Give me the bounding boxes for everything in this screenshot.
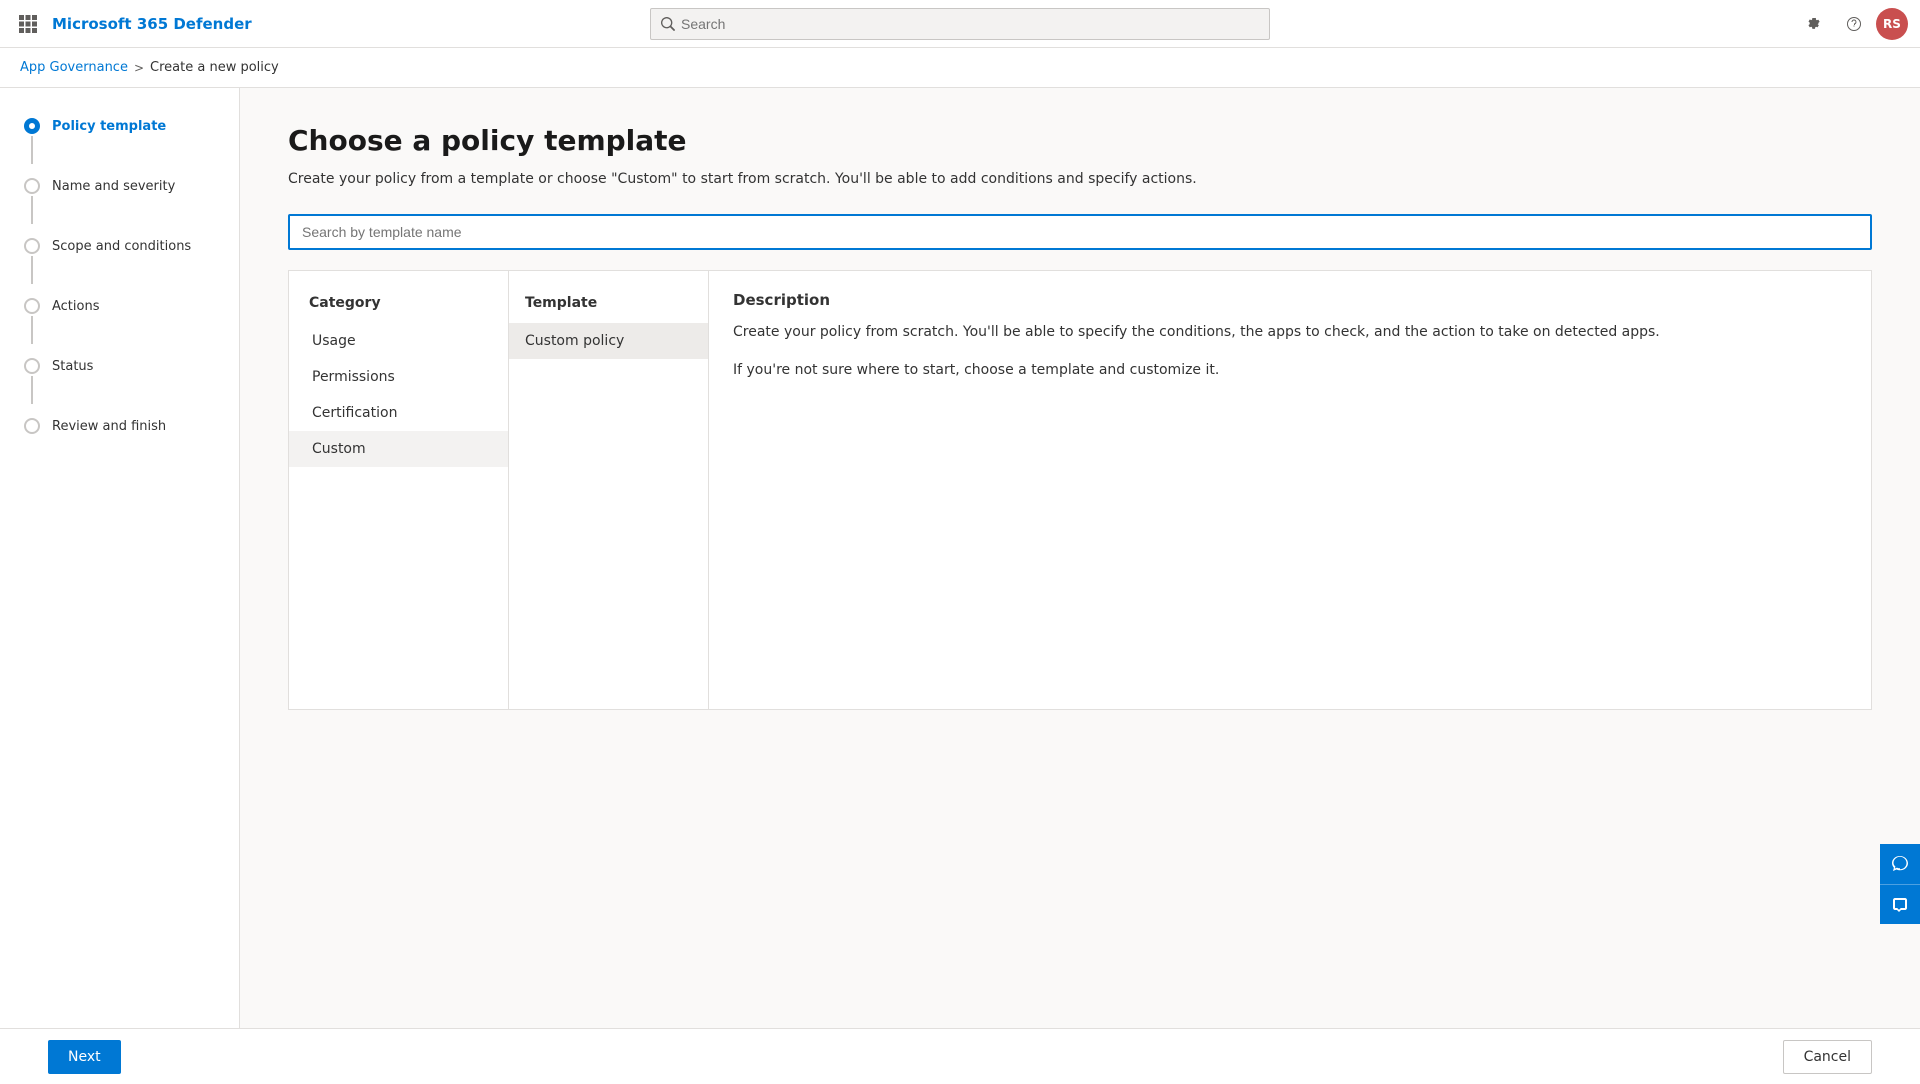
category-usage[interactable]: Usage (289, 323, 508, 359)
breadcrumb: App Governance > Create a new policy (0, 48, 1920, 88)
step1-line (31, 136, 33, 164)
top-navigation: Microsoft 365 Defender RS (0, 0, 1920, 48)
step1-connector (24, 118, 40, 166)
action-bar: Next Cancel (0, 1028, 1920, 1084)
step-scope-conditions[interactable]: Scope and conditions (0, 232, 239, 292)
grid-menu-icon[interactable] (12, 8, 44, 40)
step3-line (31, 256, 33, 284)
cancel-button[interactable]: Cancel (1783, 1040, 1872, 1074)
step-status[interactable]: Status (0, 352, 239, 412)
breadcrumb-parent-link[interactable]: App Governance (20, 60, 128, 75)
description-heading: Description (733, 291, 1847, 309)
wizard-sidebar: Policy template Name and severity Scope … (0, 88, 240, 1083)
step4-line (31, 316, 33, 344)
settings-button[interactable] (1796, 6, 1832, 42)
template-custom-policy[interactable]: Custom policy (509, 323, 708, 359)
main-content: Choose a policy template Create your pol… (240, 88, 1920, 1083)
chat-button[interactable] (1880, 884, 1920, 924)
page-title: Choose a policy template (288, 124, 1872, 157)
step3-label: Scope and conditions (52, 238, 191, 256)
avatar[interactable]: RS (1876, 8, 1908, 40)
nav-right-actions: RS (1796, 6, 1908, 42)
step4-connector (24, 298, 40, 346)
step4-circle (24, 298, 40, 314)
step6-circle (24, 418, 40, 434)
side-actions (1880, 844, 1920, 924)
category-column: Category Usage Permissions Certification… (289, 271, 509, 709)
page-description: Create your policy from a template or ch… (288, 169, 1872, 190)
main-layout: Policy template Name and severity Scope … (0, 88, 1920, 1083)
global-search-input[interactable] (681, 16, 1259, 32)
step-policy-template[interactable]: Policy template (0, 112, 239, 172)
description-text-1: Create your policy from scratch. You'll … (733, 321, 1847, 343)
category-permissions[interactable]: Permissions (289, 359, 508, 395)
help-button[interactable] (1836, 6, 1872, 42)
category-custom[interactable]: Custom (289, 431, 508, 467)
category-certification[interactable]: Certification (289, 395, 508, 431)
step6-label: Review and finish (52, 418, 166, 436)
step2-circle (24, 178, 40, 194)
description-column: Description Create your policy from scra… (709, 271, 1871, 709)
category-column-header: Category (289, 287, 508, 323)
template-column-header: Template (509, 287, 708, 323)
next-button[interactable]: Next (48, 1040, 121, 1074)
step2-label: Name and severity (52, 178, 175, 196)
app-title: Microsoft 365 Defender (52, 15, 252, 33)
step5-circle (24, 358, 40, 374)
breadcrumb-separator: > (134, 61, 144, 75)
search-icon (661, 17, 675, 31)
feedback-button[interactable] (1880, 844, 1920, 884)
step5-connector (24, 358, 40, 406)
step5-label: Status (52, 358, 93, 376)
description-text-2: If you're not sure where to start, choos… (733, 359, 1847, 381)
step5-line (31, 376, 33, 404)
breadcrumb-current: Create a new policy (150, 60, 279, 75)
step3-circle (24, 238, 40, 254)
step-review-finish[interactable]: Review and finish (0, 412, 239, 442)
global-search-bar[interactable] (650, 8, 1270, 40)
step1-circle (24, 118, 40, 134)
step-actions[interactable]: Actions (0, 292, 239, 352)
template-search-input[interactable] (288, 214, 1872, 250)
step4-label: Actions (52, 298, 100, 316)
step6-connector (24, 418, 40, 434)
step1-label: Policy template (52, 118, 166, 136)
template-column: Template Custom policy (509, 271, 709, 709)
step-name-severity[interactable]: Name and severity (0, 172, 239, 232)
template-panel: Category Usage Permissions Certification… (288, 270, 1872, 710)
step2-connector (24, 178, 40, 226)
step3-connector (24, 238, 40, 286)
step2-line (31, 196, 33, 224)
